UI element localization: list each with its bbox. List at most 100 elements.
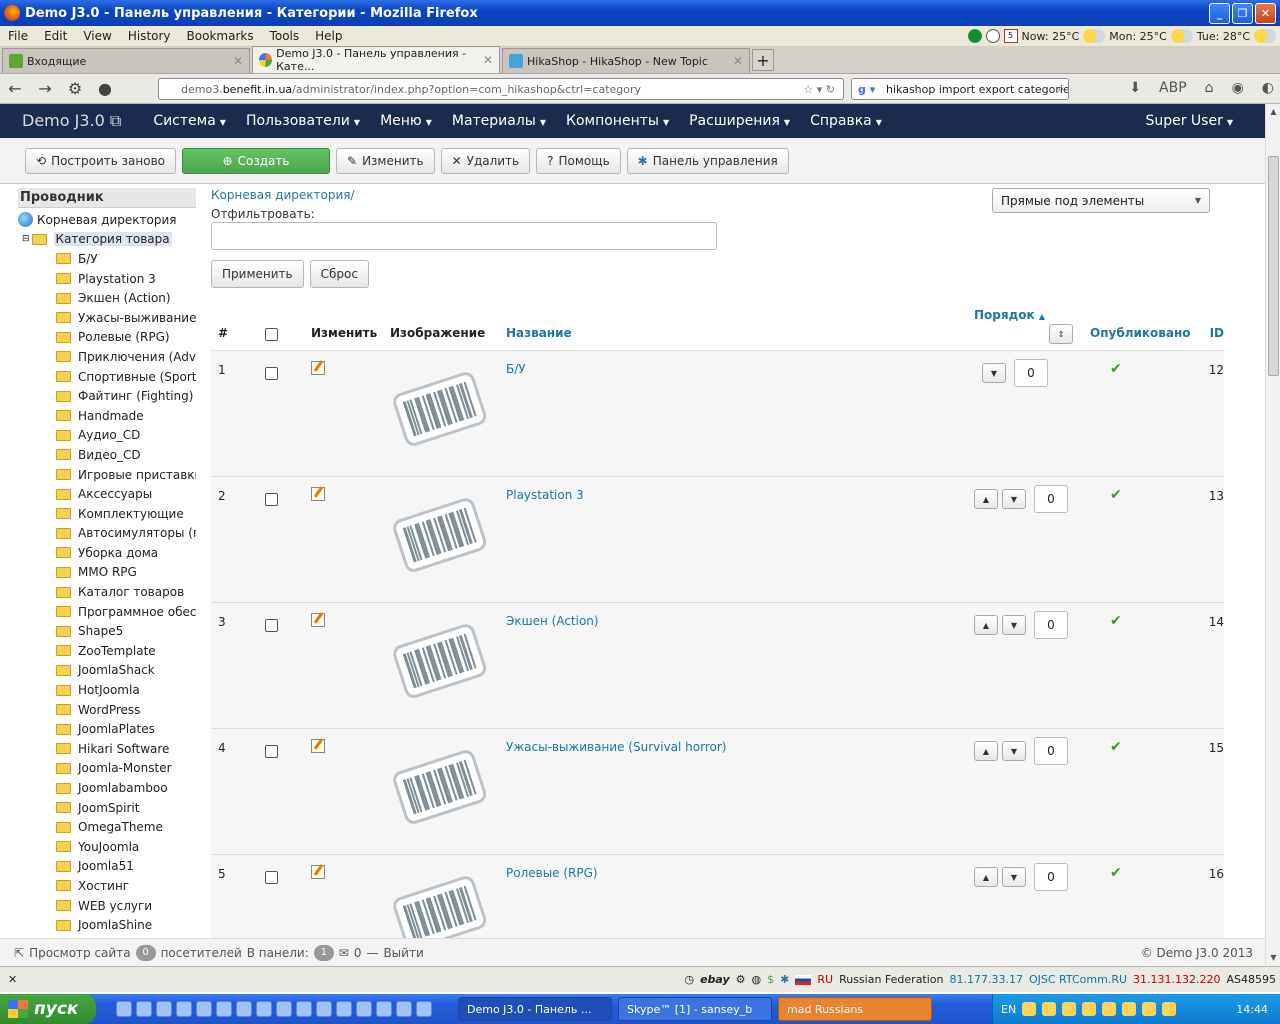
help-button[interactable]: ? Помощь xyxy=(536,147,621,174)
tree-item[interactable]: JoomlaPlates xyxy=(18,719,196,739)
collapse-icon[interactable]: ⊟ xyxy=(22,234,30,244)
tree-item[interactable]: Аудио_CD xyxy=(18,426,196,446)
tree-item[interactable]: WordPress xyxy=(18,700,196,720)
home-icon[interactable]: ⌂ xyxy=(1205,80,1214,96)
close-addon-bar-icon[interactable]: ✕ xyxy=(8,973,17,986)
tree-item[interactable]: Игровые приставки і xyxy=(18,465,196,485)
move-down-button[interactable]: ▼ xyxy=(1002,489,1026,509)
search-input[interactable]: hikashop import export categories xyxy=(886,83,1068,96)
tab-hikashop[interactable]: HikaShop - HikaShop - New Topic ✕ xyxy=(502,48,750,73)
tree-item[interactable]: Экшен (Action) xyxy=(18,288,196,308)
app-icon[interactable] xyxy=(256,1001,272,1017)
category-name-link[interactable]: Ролевые (RPG) xyxy=(506,866,598,880)
tree-item[interactable]: YouJoomla xyxy=(18,837,196,857)
move-up-button[interactable]: ▲ xyxy=(974,867,998,887)
tree-item[interactable]: WEB услуги xyxy=(18,896,196,916)
app-icon[interactable] xyxy=(296,1001,312,1017)
order-input[interactable]: 0 xyxy=(1034,863,1068,891)
tree-item[interactable]: Программное обеспе xyxy=(18,602,196,622)
minimize-button[interactable]: _ xyxy=(1209,3,1230,24)
task-skype[interactable]: Skype™ [1] - sansey_b xyxy=(618,997,772,1021)
tree-item[interactable]: Комплектующие xyxy=(18,504,196,524)
language-indicator[interactable]: EN xyxy=(1001,1003,1016,1016)
published-check-icon[interactable]: ✔ xyxy=(1110,865,1122,881)
menu-bookmarks[interactable]: Bookmarks xyxy=(179,29,262,43)
category-name-link[interactable]: Ужасы-выживание (Survival horror) xyxy=(506,740,726,754)
save-order-button[interactable]: ⇕ xyxy=(1049,324,1073,344)
forward-arrow-icon[interactable]: → xyxy=(30,79,60,98)
tree-selected-category[interactable]: ⊟ Категория товара xyxy=(18,230,196,250)
row-checkbox[interactable] xyxy=(265,367,278,380)
edit-pencil-icon[interactable] xyxy=(311,739,325,753)
tray-icon[interactable] xyxy=(1162,1002,1177,1016)
filter-input[interactable] xyxy=(211,222,717,250)
order-input[interactable]: 0 xyxy=(1034,485,1068,513)
search-bar[interactable]: hikashop import export categories g ▾ ⌕ xyxy=(851,78,1069,100)
app-icon[interactable] xyxy=(336,1001,352,1017)
app-icon[interactable] xyxy=(136,1001,152,1017)
move-up-button[interactable]: ▲ xyxy=(974,741,998,761)
tree-item[interactable]: Joomlabamboo xyxy=(18,778,196,798)
isp-name[interactable]: OJSC RTComm.RU xyxy=(1029,973,1127,986)
url-bar[interactable]: demo3. benefit.in.ua/administrator/index.… xyxy=(158,78,844,100)
adblock-icon[interactable]: ABP xyxy=(1159,80,1187,96)
maximize-button[interactable]: ❐ xyxy=(1232,3,1253,24)
reset-button[interactable]: Сброс xyxy=(309,260,369,288)
weather-tue[interactable]: Tue: 28°C xyxy=(1197,30,1250,43)
published-check-icon[interactable]: ✔ xyxy=(1110,613,1122,629)
close-tab-icon[interactable]: ✕ xyxy=(233,54,243,68)
published-check-icon[interactable]: ✔ xyxy=(1110,739,1122,755)
clock-icon[interactable]: ◷ xyxy=(684,973,694,986)
nav-extensions[interactable]: Расширения ▼ xyxy=(679,113,800,129)
app-icon[interactable] xyxy=(176,1001,192,1017)
app-icon[interactable] xyxy=(376,1001,392,1017)
header-order[interactable]: Порядок ▲ xyxy=(974,308,1045,322)
published-check-icon[interactable]: ✔ xyxy=(1110,361,1122,377)
ebay-label[interactable]: ebay xyxy=(700,973,730,986)
clock-icon[interactable] xyxy=(985,29,1000,43)
tray-icon[interactable] xyxy=(1062,1002,1077,1016)
order-input[interactable]: 0 xyxy=(1034,611,1068,639)
header-published[interactable]: Опубликовано xyxy=(1090,326,1191,340)
close-window-button[interactable]: ✕ xyxy=(1255,3,1276,24)
sync-icon[interactable]: ◐ xyxy=(1262,80,1274,96)
search-icon[interactable]: ⌕ xyxy=(1058,82,1064,96)
create-button[interactable]: ⊕ Создать xyxy=(182,147,330,174)
weather-mon[interactable]: Mon: 25°C xyxy=(1109,30,1167,43)
tree-item[interactable]: Приключения (Adve xyxy=(18,347,196,367)
move-up-button[interactable]: ▲ xyxy=(974,615,998,635)
order-input[interactable]: 0 xyxy=(1034,737,1068,765)
dashboard-button[interactable]: ✱ Панель управления xyxy=(626,147,789,174)
app-icon[interactable] xyxy=(216,1001,232,1017)
close-tab-icon[interactable]: ✕ xyxy=(483,53,493,67)
tree-item[interactable]: Hikari Software xyxy=(18,739,196,759)
tab-demo-j3[interactable]: Demo J3.0 - Панель управления - Кате... … xyxy=(252,46,500,73)
tree-item[interactable]: Спортивные (Sport) xyxy=(18,367,196,387)
ip-address-1[interactable]: 81.177.33.17 xyxy=(950,973,1023,986)
identity-icon[interactable]: ⚙ xyxy=(60,79,90,98)
tree-item[interactable]: MMO RPG xyxy=(18,563,196,583)
app-icon[interactable] xyxy=(236,1001,252,1017)
app-icon[interactable] xyxy=(416,1001,432,1017)
tree-item[interactable]: Видео_CD xyxy=(18,445,196,465)
globe-icon[interactable]: ◍ xyxy=(752,973,762,986)
edit-pencil-icon[interactable] xyxy=(311,361,325,375)
tree-item[interactable]: JoomSpirit xyxy=(18,798,196,818)
tree-item[interactable]: Автосимуляторы (гоі xyxy=(18,524,196,544)
task-chat[interactable]: mad Russians xyxy=(778,997,932,1021)
app-icon[interactable] xyxy=(196,1001,212,1017)
move-up-button[interactable]: ▲ xyxy=(974,489,998,509)
weather-now[interactable]: Now: 25°C xyxy=(1022,30,1080,43)
tree-item[interactable]: Shape5 xyxy=(18,621,196,641)
nav-menus[interactable]: Меню ▼ xyxy=(370,113,442,129)
select-all-checkbox[interactable] xyxy=(265,328,278,341)
app-icon[interactable] xyxy=(396,1001,412,1017)
move-down-button[interactable]: ▼ xyxy=(1002,741,1026,761)
nav-user[interactable]: Super User ▼ xyxy=(1135,113,1243,129)
tray-icon[interactable] xyxy=(1102,1002,1117,1016)
rebuild-button[interactable]: ⟲ Построить заново xyxy=(25,147,176,174)
edit-button[interactable]: ✎ Изменить xyxy=(336,147,435,174)
tree-item[interactable]: Ролевые (RPG) xyxy=(18,328,196,348)
edit-pencil-icon[interactable] xyxy=(311,613,325,627)
tree-item[interactable]: Б/У xyxy=(18,249,196,269)
